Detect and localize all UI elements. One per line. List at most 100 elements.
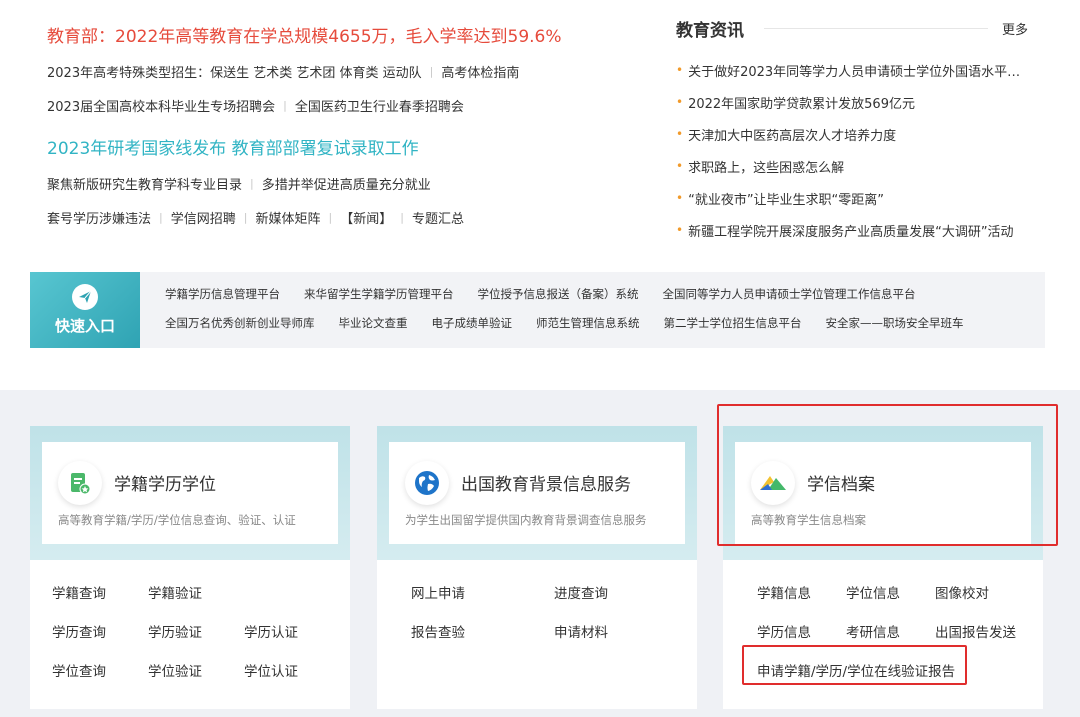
news-link[interactable]: 学信网招聘 bbox=[171, 208, 236, 227]
edu-news-list: •关于做好2023年同等学力人员申请硕士学位外国语水平全国统一考试报名工作的通知… bbox=[676, 54, 1028, 246]
divider bbox=[764, 28, 988, 29]
card-link[interactable]: 学历验证 bbox=[148, 621, 244, 641]
card-link[interactable]: 学位认证 bbox=[244, 660, 340, 680]
news-links-row-2: 2023届全国高校本科毕业生专场招聘会 | 全国医药卫生行业春季招聘会 bbox=[47, 96, 464, 115]
card-title: 出国教育背景信息服务 bbox=[461, 475, 631, 495]
news-link[interactable]: 全国医药卫生行业春季招聘会 bbox=[295, 96, 464, 115]
card-header-inner[interactable]: 出国教育背景信息服务 为学生出国留学提供国内教育背景调查信息服务 bbox=[389, 442, 685, 544]
card-link[interactable]: 学历认证 bbox=[244, 621, 340, 641]
quick-link[interactable]: 全国万名优秀创新创业导师库 bbox=[165, 315, 315, 344]
service-card-student-status: 学籍学历学位 高等教育学籍/学历/学位信息查询、验证、认证 学籍查询 学籍验证 … bbox=[30, 426, 350, 709]
bullet-icon: • bbox=[676, 63, 684, 77]
bullet-icon: • bbox=[676, 191, 684, 205]
card-link[interactable]: 图像校对 bbox=[935, 582, 989, 602]
paper-plane-icon bbox=[72, 284, 98, 310]
card-links-row: 学位查询 学位验证 学位认证 bbox=[52, 650, 340, 689]
bullet-icon: • bbox=[676, 159, 684, 173]
news-link[interactable]: 多措并举促进高质量充分就业 bbox=[262, 174, 431, 193]
card-link[interactable]: 申请材料 bbox=[554, 621, 650, 641]
news-link[interactable]: 新媒体矩阵 bbox=[255, 208, 320, 227]
list-item[interactable]: •关于做好2023年同等学力人员申请硕士学位外国语水平全国统一考试报名工作的通知 bbox=[676, 54, 1028, 86]
highlight-box-archive-card bbox=[717, 404, 1058, 546]
service-card-overseas-education: 出国教育背景信息服务 为学生出国留学提供国内教育背景调查信息服务 网上申请 进度… bbox=[377, 426, 697, 709]
card-links-row: 学籍信息 学位信息 图像校对 bbox=[757, 572, 1016, 611]
card-link[interactable]: 学位信息 bbox=[846, 582, 935, 602]
card-link[interactable]: 学位查询 bbox=[52, 660, 148, 680]
highlight-box-verification-link bbox=[742, 645, 967, 685]
card-links: 学籍查询 学籍验证 学历查询 学历验证 学历认证 学位查询 学位验证 学位认证 bbox=[30, 560, 350, 709]
quick-link[interactable]: 学位授予信息报送（备案）系统 bbox=[478, 286, 639, 315]
edu-news-panel: 教育资讯 更多 •关于做好2023年同等学力人员申请硕士学位外国语水平全国统一考… bbox=[658, 0, 1044, 240]
card-description: 为学生出国留学提供国内教育背景调查信息服务 bbox=[405, 513, 647, 527]
news-link[interactable]: 套号学历涉嫌违法 bbox=[47, 208, 151, 227]
list-item[interactable]: • 求职路上，这些困惑怎么解 bbox=[676, 150, 1028, 182]
card-link[interactable]: 出国报告发送 bbox=[935, 621, 1016, 641]
card-links-grid: 学籍查询 学籍验证 学历查询 学历验证 学历认证 学位查询 学位验证 学位认证 bbox=[52, 572, 340, 689]
quick-entry-bar: 快速入口 学籍学历信息管理平台 来华留学生学籍学历管理平台 学位授予信息报送（备… bbox=[30, 272, 1045, 348]
quick-entry-label: 快速入口 bbox=[54, 317, 115, 335]
card-link[interactable]: 学籍查询 bbox=[52, 582, 148, 602]
news-links-row-1: 2023年高考特殊类型招生：保送生 艺术类 艺术团 体育类 运动队 | 高考体检指… bbox=[47, 62, 519, 81]
separator: | bbox=[283, 99, 287, 112]
card-link[interactable]: 学籍信息 bbox=[757, 582, 846, 602]
quick-links: 学籍学历信息管理平台 来华留学生学籍学历管理平台 学位授予信息报送（备案）系统 … bbox=[165, 286, 988, 344]
quick-link[interactable]: 第二学士学位招生信息平台 bbox=[664, 315, 802, 344]
quick-link[interactable]: 安全家——职场安全早班车 bbox=[826, 315, 964, 344]
news-links-row-3: 聚焦新版研究生教育学科专业目录 | 多措并举促进高质量充分就业 bbox=[47, 174, 431, 193]
card-link[interactable]: 学籍验证 bbox=[148, 582, 244, 602]
separator: | bbox=[243, 211, 248, 224]
document-star-icon bbox=[58, 461, 102, 505]
edu-news-header: 教育资讯 更多 bbox=[676, 16, 1028, 41]
card-link[interactable]: 报告查验 bbox=[411, 621, 554, 641]
news-panel: 教育部：2022年高等教育在学总规模4655万，毛入学率达到59.6% 2023… bbox=[30, 0, 640, 238]
card-link[interactable]: 网上申请 bbox=[411, 582, 554, 602]
card-title: 学籍学历学位 bbox=[114, 475, 216, 495]
card-link[interactable]: 学位验证 bbox=[148, 660, 244, 680]
quick-link[interactable]: 学籍学历信息管理平台 bbox=[165, 286, 280, 315]
globe-icon bbox=[405, 461, 449, 505]
headline-link-enrollment[interactable]: 教育部：2022年高等教育在学总规模4655万，毛入学率达到59.6% bbox=[47, 22, 562, 47]
separator: | bbox=[159, 211, 163, 224]
card-links-row: 报告查验 申请材料 bbox=[411, 611, 650, 650]
card-link[interactable]: 学历信息 bbox=[757, 621, 846, 641]
card-header: 出国教育背景信息服务 为学生出国留学提供国内教育背景调查信息服务 bbox=[377, 426, 697, 560]
card-description: 高等教育学籍/学历/学位信息查询、验证、认证 bbox=[58, 513, 296, 527]
quick-link[interactable]: 毕业论文查重 bbox=[339, 315, 408, 344]
list-item[interactable]: • 新疆工程学院开展深度服务产业高质量发展“大调研”活动 bbox=[676, 214, 1028, 246]
news-link[interactable]: 2023届全国高校本科毕业生专场招聘会 bbox=[47, 96, 275, 115]
card-links-grid: 网上申请 进度查询 报告查验 申请材料 bbox=[411, 572, 650, 650]
quick-link[interactable]: 来华留学生学籍学历管理平台 bbox=[304, 286, 454, 315]
list-item[interactable]: • 天津加大中医药高层次人才培养力度 bbox=[676, 118, 1028, 150]
quick-entry-badge: 快速入口 bbox=[30, 272, 140, 348]
edu-news-title: 教育资讯 bbox=[676, 21, 744, 41]
quick-links-row-1: 学籍学历信息管理平台 来华留学生学籍学历管理平台 学位授予信息报送（备案）系统 … bbox=[165, 286, 988, 315]
quick-link[interactable]: 师范生管理信息系统 bbox=[536, 315, 640, 344]
quick-links-row-2: 全国万名优秀创新创业导师库 毕业论文查重 电子成绩单验证 师范生管理信息系统 第… bbox=[165, 315, 988, 344]
card-links: 学籍信息 学位信息 图像校对 学历信息 考研信息 出国报告发送 申请学籍/学历/… bbox=[723, 560, 1043, 709]
card-header: 学籍学历学位 高等教育学籍/学历/学位信息查询、验证、认证 bbox=[30, 426, 350, 560]
separator: | bbox=[250, 177, 254, 190]
news-link[interactable]: 专题汇总 bbox=[412, 208, 464, 227]
card-link[interactable]: 学历查询 bbox=[52, 621, 148, 641]
quick-link[interactable]: 全国同等学力人员申请硕士学位管理工作信息平台 bbox=[663, 286, 916, 315]
card-links-row: 网上申请 进度查询 bbox=[411, 572, 650, 611]
more-link[interactable]: 更多 bbox=[1002, 19, 1028, 38]
news-link[interactable]: 高考体检指南 bbox=[441, 62, 519, 81]
news-link[interactable]: 【新闻】 bbox=[340, 208, 392, 227]
news-link[interactable]: 2023年高考特殊类型招生：保送生 艺术类 艺术团 体育类 运动队 bbox=[47, 62, 422, 81]
card-links-row: 学历查询 学历验证 学历认证 bbox=[52, 611, 340, 650]
headline-link-graduate-exam[interactable]: 2023年研考国家线发布 教育部部署复试录取工作 bbox=[47, 134, 419, 159]
separator: | bbox=[429, 65, 434, 78]
list-item[interactable]: • 2022年国家助学贷款累计发放569亿元 bbox=[676, 86, 1028, 118]
card-header-inner[interactable]: 学籍学历学位 高等教育学籍/学历/学位信息查询、验证、认证 bbox=[42, 442, 338, 544]
card-link[interactable]: 考研信息 bbox=[846, 621, 935, 641]
card-links-row: 学籍查询 学籍验证 bbox=[52, 572, 340, 611]
news-link[interactable]: 聚焦新版研究生教育学科专业目录 bbox=[47, 174, 242, 193]
quick-link[interactable]: 电子成绩单验证 bbox=[432, 315, 513, 344]
separator: | bbox=[400, 211, 404, 224]
list-item[interactable]: • “就业夜市”让毕业生求职“零距离” bbox=[676, 182, 1028, 214]
bullet-icon: • bbox=[676, 95, 684, 109]
news-links-row-4: 套号学历涉嫌违法 | 学信网招聘 | 新媒体矩阵 | 【新闻】 | 专题汇总 bbox=[47, 208, 464, 227]
card-link[interactable]: 进度查询 bbox=[554, 582, 650, 602]
bullet-icon: • bbox=[676, 127, 684, 141]
